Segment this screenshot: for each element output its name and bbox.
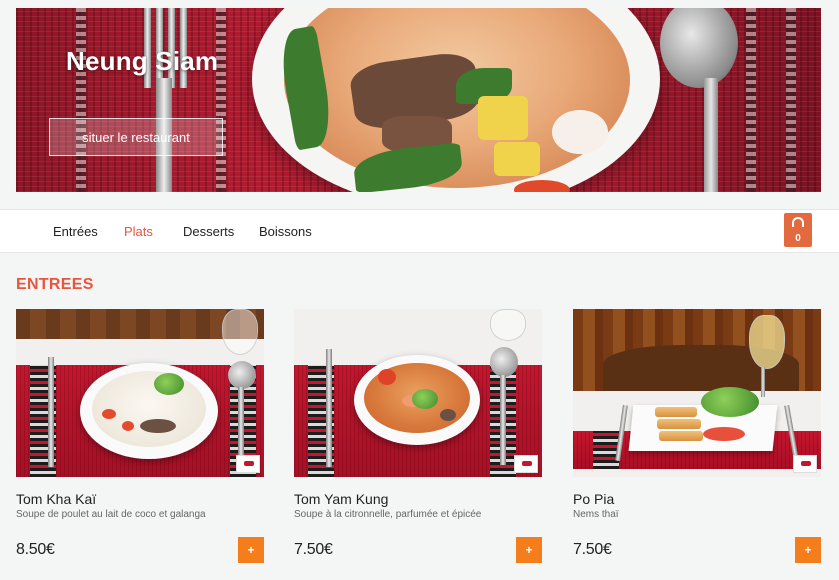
add-to-cart-button[interactable]: + <box>238 537 264 563</box>
spoon-image <box>660 8 738 88</box>
hero-banner: Neung Siam <box>16 8 821 192</box>
cart-count: 0 <box>795 233 801 244</box>
restaurant-name: Neung Siam <box>66 46 219 76</box>
pineapple-image <box>478 96 528 140</box>
hero-stripe <box>786 8 796 192</box>
mushroom-image <box>552 110 608 154</box>
category-nav: Entrées Plats Desserts Boissons <box>0 209 839 253</box>
nav-item-entrees[interactable]: Entrées <box>53 224 98 239</box>
product-name: Tom Kha Kaï <box>16 491 97 507</box>
add-to-cart-button[interactable]: + <box>516 537 542 563</box>
product-description: Nems thaï <box>573 509 619 520</box>
product-description: Soupe à la citronnelle, parfumée et épic… <box>294 509 482 520</box>
product-price: 7.50€ <box>294 541 333 558</box>
product-name: Po Pia <box>573 491 615 507</box>
product-name: Tom Yam Kung <box>294 491 389 507</box>
nav-item-plats[interactable]: Plats <box>124 224 153 239</box>
product-card: Po Pia Nems thaï 7.50€ + <box>573 309 821 580</box>
nav-item-boissons[interactable]: Boissons <box>259 224 312 239</box>
section-title: ENTREES <box>16 276 94 293</box>
pineapple-image <box>494 142 540 176</box>
hero-stripe <box>216 8 226 192</box>
hero-stripe <box>746 8 756 192</box>
product-price: 8.50€ <box>16 541 55 558</box>
product-description: Soupe de poulet au lait de coco et galan… <box>16 509 206 520</box>
product-image <box>573 309 821 477</box>
product-price: 7.50€ <box>573 541 612 558</box>
nav-item-desserts[interactable]: Desserts <box>183 224 234 239</box>
product-image <box>294 309 542 477</box>
fork-image <box>138 8 194 192</box>
add-to-cart-button[interactable]: + <box>795 537 821 563</box>
hero-stripe <box>76 8 86 192</box>
product-image <box>16 309 264 477</box>
product-card: Tom Yam Kung Soupe à la citronnelle, par… <box>294 309 542 580</box>
locate-restaurant-button[interactable]: situer le restaurant <box>49 118 223 156</box>
cart-button[interactable]: 0 <box>784 213 812 247</box>
product-card: Tom Kha Kaï Soupe de poulet au lait de c… <box>16 309 264 580</box>
shopping-bag-icon <box>792 217 804 227</box>
spoon-handle-image <box>704 78 718 192</box>
